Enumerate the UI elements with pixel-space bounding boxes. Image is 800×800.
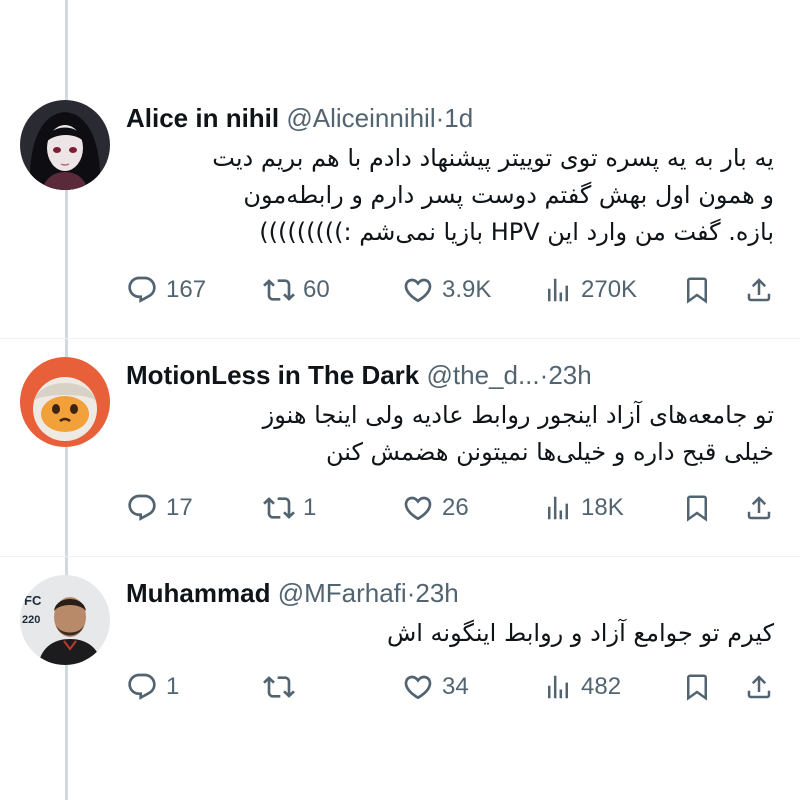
tweet-text-line: بازه. گفت من وارد این HPV بازیا نمی‌شم :…	[259, 218, 774, 246]
bar-chart-icon	[543, 275, 573, 305]
like-count: 3.9K	[442, 276, 492, 303]
tweet-text-line: و همون اول بهش گفتم دوست پسر دارم و رابط…	[243, 181, 774, 209]
like-button[interactable]: 26	[402, 490, 469, 526]
display-name[interactable]: Alice in nihil	[126, 103, 279, 133]
views-count: 270K	[581, 276, 638, 303]
like-button[interactable]: 34	[402, 669, 469, 705]
bookmark-icon	[682, 275, 712, 305]
plush-toy-avatar[interactable]	[20, 357, 110, 447]
tweet-text-line: تو جامعه‌های آزاد اینجور روابط عادیه ولی…	[262, 401, 774, 429]
share-icon	[744, 672, 774, 702]
reply-icon	[126, 671, 158, 703]
bookmark-button[interactable]	[682, 490, 712, 526]
svg-text:FC: FC	[24, 593, 42, 608]
retweet-count: 60	[303, 276, 330, 303]
timestamp[interactable]: 23h	[415, 578, 458, 608]
anime-girl-avatar[interactable]	[20, 100, 110, 190]
divider	[0, 556, 800, 557]
views-count: 482	[581, 673, 622, 700]
share-button[interactable]	[744, 272, 774, 308]
divider	[0, 338, 800, 339]
separator-dot: ·	[539, 360, 549, 390]
retweet-count: 1	[303, 494, 317, 521]
retweet-button[interactable]	[263, 669, 303, 705]
views-button[interactable]: 18K	[543, 490, 624, 526]
views-button[interactable]: 270K	[543, 272, 637, 308]
display-name[interactable]: Muhammad	[126, 578, 270, 608]
reply-icon	[126, 274, 158, 306]
tweet-text-line: خیلی قبح داره و خیلی‌ها نمیتونن هضمش کنن	[325, 438, 774, 466]
timestamp[interactable]: 23h	[548, 360, 591, 390]
share-button[interactable]	[744, 669, 774, 705]
heart-icon	[402, 492, 434, 524]
user-handle[interactable]: @Aliceinnihil	[286, 103, 435, 133]
tweet-text: یه بار به یه پسره توی توییتر پیشنهاد داد…	[212, 140, 774, 251]
share-button[interactable]	[744, 490, 774, 526]
retweet-button[interactable]: 60	[263, 272, 330, 308]
tweet-text-line: کیرم تو جوامع آزاد و روابط اینگونه اش	[386, 619, 774, 647]
retweet-icon	[263, 274, 295, 306]
user-handle[interactable]: @MFarhafi	[278, 578, 407, 608]
tweet-header: Alice in nihil @Aliceinnihil·1d	[126, 101, 473, 135]
heart-icon	[402, 671, 434, 703]
svg-text:220: 220	[22, 614, 40, 626]
reply-count: 1	[166, 673, 180, 700]
reply-button[interactable]: 167	[126, 272, 206, 308]
tweet-text-line: یه بار به یه پسره توی توییتر پیشنهاد داد…	[212, 144, 774, 172]
bar-chart-icon	[543, 672, 573, 702]
like-button[interactable]: 3.9K	[402, 272, 491, 308]
action-bar: 167 60 3.9K 270K	[126, 272, 778, 308]
views-button[interactable]: 482	[543, 669, 621, 705]
like-count: 26	[442, 494, 469, 521]
heart-icon	[402, 274, 434, 306]
retweet-icon	[263, 492, 295, 524]
reply-count: 17	[166, 494, 193, 521]
tweet-header: MotionLess in The Dark @the_d...·23h	[126, 358, 592, 392]
reply-button[interactable]: 17	[126, 490, 193, 526]
action-bar: 17 1 26 18K	[126, 490, 778, 526]
bookmark-icon	[682, 493, 712, 523]
share-icon	[744, 493, 774, 523]
reply-count: 167	[166, 276, 207, 303]
display-name[interactable]: MotionLess in The Dark	[126, 360, 419, 390]
tweet-header: Muhammad @MFarhafi·23h	[126, 576, 459, 610]
fighter-photo-avatar[interactable]: FC 220	[20, 575, 110, 665]
retweet-button[interactable]: 1	[263, 490, 316, 526]
like-count: 34	[442, 673, 469, 700]
user-handle[interactable]: @the_d...	[427, 360, 540, 390]
timestamp[interactable]: 1d	[444, 103, 473, 133]
reply-icon	[126, 492, 158, 524]
views-count: 18K	[581, 494, 624, 521]
separator-dot: ·	[435, 103, 445, 133]
tweet-text: کیرم تو جوامع آزاد و روابط اینگونه اش	[387, 615, 774, 652]
share-icon	[744, 275, 774, 305]
bookmark-button[interactable]	[682, 669, 712, 705]
action-bar: 1 34 482	[126, 669, 778, 705]
bar-chart-icon	[543, 493, 573, 523]
tweet-text: تو جامعه‌های آزاد اینجور روابط عادیه ولی…	[263, 397, 774, 471]
bookmark-button[interactable]	[682, 272, 712, 308]
retweet-icon	[263, 671, 295, 703]
bookmark-icon	[682, 672, 712, 702]
reply-button[interactable]: 1	[126, 669, 179, 705]
